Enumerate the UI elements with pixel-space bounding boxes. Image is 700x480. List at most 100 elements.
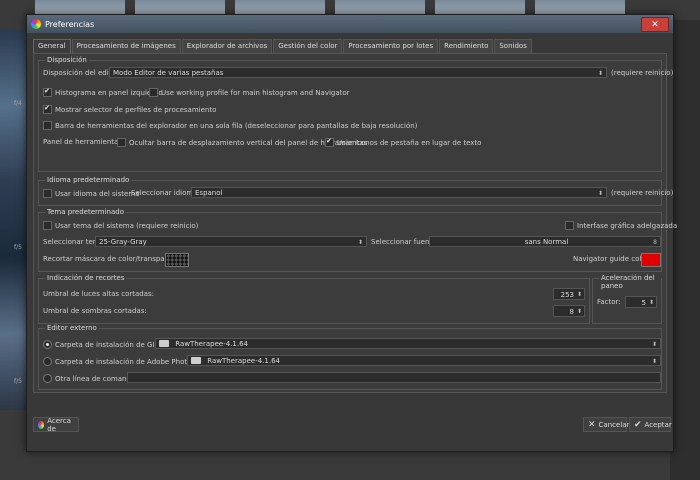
section-title: Idioma predeterminado	[45, 176, 132, 184]
slim-ui-label: Interfase gráfica adelgazada	[577, 221, 678, 230]
thumbnail-label: f/5	[14, 378, 22, 385]
slim-ui-checkbox[interactable]	[565, 221, 574, 230]
tab-file-browser[interactable]: Explorador de archivos	[181, 39, 273, 53]
system-language-label: Usar idioma del sistema	[55, 189, 140, 198]
tab-icons-checkbox[interactable]	[325, 138, 334, 147]
editor-layout-select[interactable]: Modo Editor de varias pestañas ⬍	[109, 67, 607, 78]
other-command-radio[interactable]	[43, 374, 52, 383]
section-title: Aceleración del paneo	[599, 274, 661, 290]
gimp-folder-select[interactable]: RawTherapee-4.1.64 ⬍	[155, 338, 661, 349]
layout-section: Disposición Disposición del editor: Modo…	[38, 56, 673, 172]
thumbnail-label: f/5	[14, 244, 22, 251]
working-profile-checkbox[interactable]	[149, 88, 158, 97]
navigator-color-button[interactable]	[641, 253, 661, 267]
spinner-arrows-icon: ⬍	[576, 308, 582, 315]
pan-acceleration-section: Aceleración del paneo Factor: 5 ⬍	[592, 274, 662, 324]
tab-performance[interactable]: Rendimiento	[439, 39, 494, 53]
gimp-radio[interactable]	[43, 340, 52, 349]
section-title: Indicación de recortes	[45, 274, 127, 282]
cancel-button[interactable]: ✕ Cancelar	[583, 417, 630, 432]
restart-note: (requiere reinicio)	[611, 69, 674, 77]
factor-label: Factor:	[597, 298, 621, 306]
shadows-threshold-spinner[interactable]: 8 ⬍	[553, 305, 585, 317]
tab-batch-processing[interactable]: Procesamiento por lotes	[343, 39, 439, 53]
about-button[interactable]: Acerca de	[33, 416, 79, 433]
accept-button[interactable]: ✔ Aceptar	[629, 417, 672, 432]
system-theme-label: Usar tema del sistema (requiere reinicio…	[55, 221, 199, 230]
font-size: 8	[653, 239, 657, 246]
close-button[interactable]: ✕	[641, 17, 669, 32]
tab-bar: General Procesamiento de imágenes Explor…	[27, 33, 673, 53]
navigator-color-label: Navigator guide color:	[573, 255, 651, 263]
theme-select[interactable]: 25-Gray-Gray ⬍	[95, 236, 367, 247]
single-row-toolbar-checkbox[interactable]	[43, 121, 52, 130]
select-arrows-icon: ⬍	[357, 239, 363, 246]
select-arrows-icon: ⬍	[597, 190, 603, 197]
preferences-dialog: Preferencias ✕ General Procesamiento de …	[26, 14, 677, 452]
shadows-value: 8	[569, 308, 574, 316]
gimp-folder-value: RawTherapee-4.1.64	[175, 340, 248, 348]
language-section: Idioma predeterminado Usar idioma del si…	[38, 176, 673, 206]
photoshop-radio[interactable]	[43, 357, 52, 366]
tab-general[interactable]: General	[33, 39, 71, 53]
gimp-label: Carpeta de instalación de GIMP:	[55, 340, 168, 349]
working-profile-label: Use working profile for main histogram a…	[161, 88, 350, 97]
tab-icons-label: Usar iconos de pestaña en lugar de texto	[337, 138, 482, 147]
folder-icon	[191, 357, 201, 364]
background-filmstrip	[0, 30, 26, 410]
profile-selector-label: Mostrar selector de perfiles de procesam…	[55, 105, 217, 114]
profile-selector-checkbox[interactable]	[43, 105, 52, 114]
other-command-input[interactable]	[127, 372, 661, 383]
hide-scrollbar-checkbox[interactable]	[117, 138, 126, 147]
shadows-threshold-label: Umbral de sombras cortadas:	[43, 307, 147, 315]
photoshop-folder-value: RawTherapee-4.1.64	[207, 357, 280, 365]
background-panel	[670, 20, 700, 480]
single-row-toolbar-label: Barra de herramientas del explorador en …	[55, 121, 418, 130]
system-language-checkbox[interactable]	[43, 189, 52, 198]
clipping-section: Indicación de recortes Umbral de luces a…	[38, 274, 590, 324]
font-value: sans Normal	[524, 238, 569, 246]
font-select[interactable]: sans Normal 8	[429, 236, 661, 247]
general-tab-content: Disposición Disposición del editor: Modo…	[33, 53, 677, 393]
language-select[interactable]: Espanol ⬍	[191, 187, 607, 198]
section-title: Disposición	[45, 56, 89, 64]
select-language-label: Seleccionar idioma:	[131, 189, 200, 197]
spinner-arrows-icon: ⬍	[648, 299, 654, 306]
window-title: Preferencias	[45, 19, 95, 29]
tab-image-processing[interactable]: Procesamiento de imágenes	[71, 39, 181, 53]
rawtherapee-icon	[38, 420, 45, 429]
editor-layout-value: Modo Editor de varias pestañas	[113, 69, 224, 77]
select-arrows-icon: ⬍	[651, 341, 657, 348]
section-title: Tema predeterminado	[45, 208, 126, 216]
highlights-threshold-label: Umbral de luces altas cortadas:	[43, 290, 155, 298]
restart-note: (requiere reinicio)	[611, 189, 674, 197]
factor-spinner[interactable]: 5 ⬍	[625, 296, 657, 308]
toolpanel-label: Panel de herramientas:	[43, 138, 125, 146]
theme-section: Tema predeterminado Usar tema del sistem…	[38, 208, 677, 272]
tab-sounds[interactable]: Sonidos	[494, 39, 532, 53]
histogram-left-checkbox[interactable]	[43, 88, 52, 97]
rawtherapee-app-icon	[31, 19, 41, 29]
section-title: Editor externo	[45, 324, 99, 332]
crop-mask-color-button[interactable]	[165, 253, 189, 267]
close-icon: ✕	[588, 419, 596, 430]
highlights-value: 253	[560, 291, 574, 299]
histogram-left-label: Histograma en panel izquierdo	[55, 88, 163, 97]
photoshop-folder-select[interactable]: RawTherapee-4.1.64 ⬍	[187, 355, 661, 366]
about-label: Acerca de	[47, 416, 71, 433]
system-theme-checkbox[interactable]	[43, 221, 52, 230]
cancel-label: Cancelar	[598, 420, 630, 429]
factor-value: 5	[641, 299, 646, 307]
theme-value: 25-Gray-Gray	[99, 238, 147, 246]
title-bar: Preferencias ✕	[27, 15, 673, 33]
spinner-arrows-icon: ⬍	[576, 291, 582, 298]
language-value: Espanol	[195, 189, 223, 197]
external-editor-section: Editor externo Carpeta de instalación de…	[38, 324, 662, 390]
checkmark-icon: ✔	[634, 419, 642, 430]
thumbnail-label: f/4	[14, 100, 22, 107]
tab-color-management[interactable]: Gestión del color	[273, 39, 343, 53]
folder-icon	[159, 340, 169, 347]
other-command-label: Otra línea de comando:	[55, 374, 138, 383]
select-arrows-icon: ⬍	[597, 70, 603, 77]
highlights-threshold-spinner[interactable]: 253 ⬍	[553, 288, 585, 300]
